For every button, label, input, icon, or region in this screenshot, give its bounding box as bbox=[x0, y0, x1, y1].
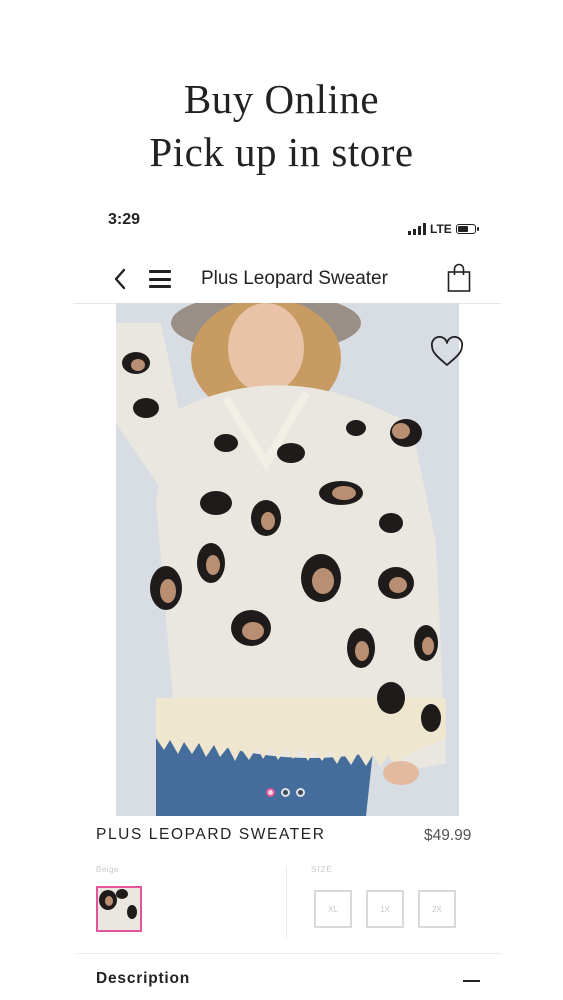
image-pagination bbox=[266, 788, 305, 797]
color-label: Beige bbox=[96, 865, 119, 874]
product-image[interactable] bbox=[116, 303, 459, 816]
promo-headline-line-2: Pick up in store bbox=[149, 129, 414, 175]
description-header[interactable]: Description bbox=[96, 970, 190, 988]
chevron-left-icon[interactable] bbox=[113, 267, 127, 291]
pagination-dot[interactable] bbox=[266, 788, 275, 797]
pagination-dot[interactable] bbox=[296, 788, 305, 797]
signal-icon bbox=[408, 223, 426, 235]
hamburger-menu-icon[interactable] bbox=[149, 270, 171, 288]
shopping-bag-icon[interactable] bbox=[446, 263, 472, 293]
color-swatch-beige[interactable] bbox=[96, 886, 142, 932]
options-divider bbox=[286, 866, 287, 938]
pagination-dot[interactable] bbox=[281, 788, 290, 797]
section-divider bbox=[76, 953, 502, 954]
swatch-thumbnail bbox=[98, 888, 140, 930]
product-price: $49.99 bbox=[424, 827, 472, 844]
battery-level bbox=[457, 226, 468, 232]
status-time: 3:29 bbox=[108, 211, 141, 228]
minus-icon[interactable] bbox=[463, 980, 480, 982]
battery-icon bbox=[455, 224, 479, 234]
status-indicators: LTE bbox=[408, 222, 479, 236]
navigation-bar: Plus Leopard Sweater bbox=[73, 255, 501, 304]
promo-headline-line-1: Buy Online bbox=[183, 76, 380, 122]
size-option-1x[interactable]: 1X bbox=[366, 890, 404, 928]
product-photo-illustration bbox=[116, 303, 459, 816]
page-title: Plus Leopard Sweater bbox=[201, 268, 388, 289]
product-name: PLUS LEOPARD SWEATER bbox=[96, 826, 326, 843]
size-option-xl[interactable]: XL bbox=[314, 890, 352, 928]
network-type: LTE bbox=[430, 222, 452, 236]
size-label: SIZE bbox=[311, 865, 333, 874]
heart-outline-icon[interactable] bbox=[430, 336, 464, 368]
size-option-2x[interactable]: 2X bbox=[418, 890, 456, 928]
